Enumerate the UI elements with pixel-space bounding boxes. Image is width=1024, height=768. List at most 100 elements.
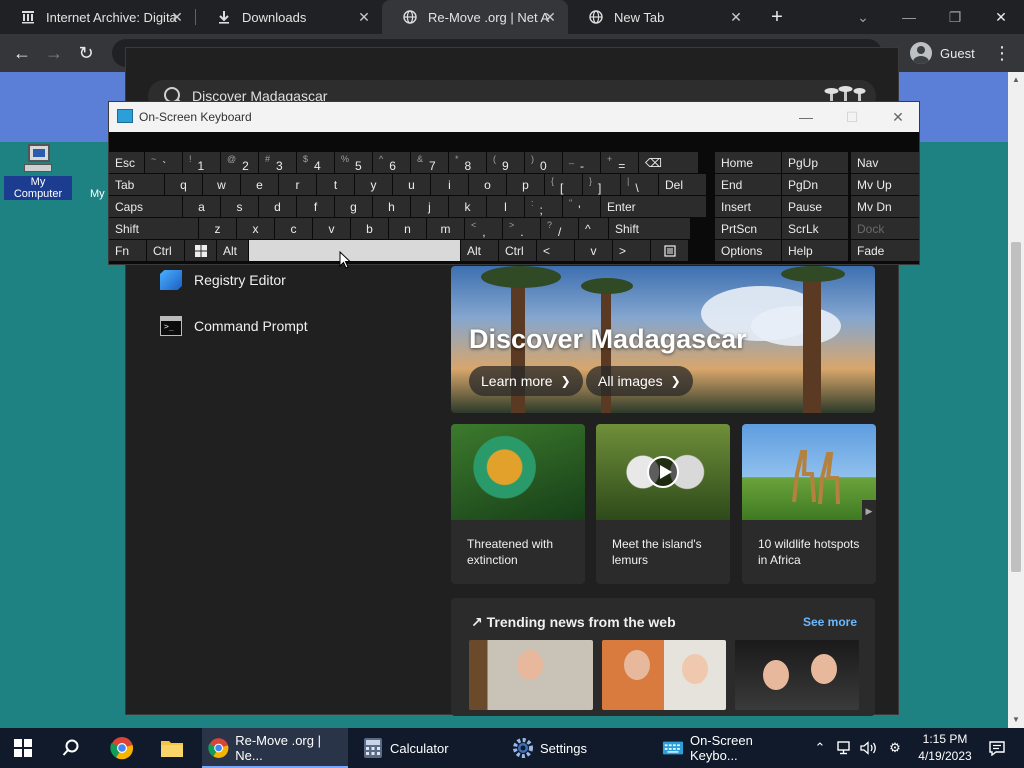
tab-internet-archive[interactable]: Internet Archive: Digita ✕ <box>0 0 195 34</box>
close-icon[interactable]: ✕ <box>887 108 909 126</box>
close-window-icon[interactable]: ✕ <box>986 6 1016 28</box>
card-threatened[interactable]: Threatened with extinction <box>451 424 585 584</box>
osk-nav-key[interactable]: Insert <box>715 196 781 217</box>
app-registry-editor[interactable]: Registry Editor <box>160 268 286 292</box>
osk-key[interactable]: g <box>335 196 372 217</box>
card-wildlife-hotspots[interactable]: 10 wildlife hotspots in Africa <box>742 424 876 584</box>
osk-key[interactable]: Ctrl <box>147 240 184 261</box>
reload-icon[interactable]: ↻ <box>74 41 98 65</box>
app-command-prompt[interactable]: Command Prompt <box>160 314 308 338</box>
osk-key[interactable]: ? / <box>541 218 578 239</box>
news-thumbnail[interactable] <box>602 640 726 710</box>
osk-key[interactable]: ^ <box>579 218 608 239</box>
osk-key[interactable]: Esc <box>109 152 144 173</box>
minimize-icon[interactable]: — <box>795 108 817 126</box>
osk-key[interactable]: Caps <box>109 196 182 217</box>
osk-key[interactable]: v <box>313 218 350 239</box>
close-icon[interactable]: ✕ <box>169 9 185 25</box>
osk-nav-key[interactable]: ScrLk <box>782 218 848 239</box>
start-windows-icon[interactable] <box>14 728 32 768</box>
see-more-link[interactable]: See more <box>803 615 857 629</box>
osk-key[interactable]: n <box>389 218 426 239</box>
osk-nav-key[interactable]: Pause <box>782 196 848 217</box>
osk-key[interactable]: * 8 <box>449 152 486 173</box>
osk-key[interactable]: % 5 <box>335 152 372 173</box>
osk-key[interactable]: p <box>507 174 544 195</box>
search-icon[interactable] <box>62 728 80 768</box>
osk-key[interactable]: Alt <box>461 240 498 261</box>
cards-next-arrow-icon[interactable]: ▶ <box>862 500 876 522</box>
osk-key[interactable]: #3 <box>259 152 296 173</box>
osk-nav-key[interactable]: Mv Dn <box>851 196 919 217</box>
notifications-icon[interactable] <box>984 728 1010 768</box>
system-clock[interactable]: 1:15 PM 4/19/2023 <box>910 731 980 765</box>
taskbar-item-calculator[interactable]: Calculator <box>356 728 496 768</box>
tab-new-tab[interactable]: New Tab ✕ <box>568 0 754 34</box>
osk-key[interactable]: Fn <box>109 240 146 261</box>
close-icon[interactable]: ✕ <box>542 9 558 25</box>
osk-key[interactable]: k <box>449 196 486 217</box>
osk-key[interactable]: " ' <box>563 196 600 217</box>
taskbar-item-on-screen-keyboard[interactable]: On-Screen Keybo... <box>656 728 804 768</box>
osk-key[interactable]: Tab <box>109 174 164 195</box>
osk-key[interactable]: :; <box>525 196 562 217</box>
osk-key[interactable]: r <box>279 174 316 195</box>
learn-more-button[interactable]: Learn more ❯ <box>469 366 583 396</box>
tab-downloads[interactable]: Downloads ✕ <box>196 0 382 34</box>
osk-key[interactable]: ~ ` <box>145 152 182 173</box>
close-icon[interactable]: ✕ <box>356 9 372 25</box>
osk-nav-key[interactable]: End <box>715 174 781 195</box>
play-icon[interactable] <box>647 456 679 488</box>
osk-key[interactable]: q <box>165 174 202 195</box>
desktop-icon-label-partial[interactable]: My <box>90 188 105 200</box>
osk-key[interactable]: v <box>575 240 612 261</box>
tab-search-chevron-icon[interactable]: ⌄ <box>848 6 878 28</box>
osk-key[interactable]: y <box>355 174 392 195</box>
osk-key[interactable]: x <box>237 218 274 239</box>
back-arrow-icon[interactable]: ← <box>10 41 34 65</box>
osk-key[interactable]: Alt <box>217 240 248 261</box>
show-hidden-icons-chevron-icon[interactable]: ⌃ <box>810 728 830 768</box>
osk-key[interactable]: c <box>275 218 312 239</box>
osk-key[interactable]: & 7 <box>411 152 448 173</box>
osk-key[interactable]: ^ 6 <box>373 152 410 173</box>
scroll-down-icon[interactable]: ▼ <box>1008 712 1024 728</box>
osk-key[interactable]: Del <box>659 174 706 195</box>
osk-title-bar[interactable]: On-Screen Keyboard — ☐ ✕ <box>109 102 919 132</box>
osk-key-menu[interactable] <box>651 240 688 261</box>
card-lemurs[interactable]: Meet the island's lemurs <box>596 424 730 584</box>
chrome-pinned-icon[interactable] <box>110 728 134 768</box>
osk-key[interactable]: ⌫ <box>639 152 698 173</box>
osk-nav-key[interactable]: Help <box>782 240 848 261</box>
osk-key[interactable]: | \ <box>621 174 658 195</box>
osk-key[interactable]: >. <box>503 218 540 239</box>
more-menu-icon[interactable]: ⋮ <box>990 41 1014 65</box>
osk-nav-key[interactable]: Nav <box>851 152 919 173</box>
osk-nav-key[interactable]: Options <box>715 240 781 261</box>
osk-key[interactable]: + = <box>601 152 638 173</box>
osk-key[interactable]: < <box>537 240 574 261</box>
osk-key[interactable]: Ctrl <box>499 240 536 261</box>
osk-nav-key[interactable]: Fade <box>851 240 919 261</box>
all-images-button[interactable]: All images ❯ <box>586 366 693 396</box>
osk-key[interactable]: h <box>373 196 410 217</box>
osk-key[interactable]: }] <box>583 174 620 195</box>
osk-nav-key[interactable]: PgDn <box>782 174 848 195</box>
scroll-up-icon[interactable]: ▲ <box>1008 72 1024 88</box>
minimize-icon[interactable]: — <box>894 6 924 28</box>
osk-key-space[interactable] <box>249 240 460 261</box>
osk-key[interactable]: (9 <box>487 152 524 173</box>
page-scrollbar[interactable]: ▲ ▼ <box>1008 72 1024 728</box>
osk-key[interactable]: m <box>427 218 464 239</box>
osk-key[interactable]: t <box>317 174 354 195</box>
taskbar-item-chrome[interactable]: Re-Move .org | Ne... <box>202 728 348 768</box>
hero-discover-madagascar[interactable]: Discover Madagascar Learn more ❯ All ima… <box>451 266 875 413</box>
close-icon[interactable]: ✕ <box>728 9 744 25</box>
osk-key[interactable]: b <box>351 218 388 239</box>
profile-button[interactable]: Guest <box>910 39 975 67</box>
taskbar-item-settings[interactable]: Settings <box>506 728 646 768</box>
news-thumbnail[interactable] <box>469 640 593 710</box>
osk-key[interactable]: s <box>221 196 258 217</box>
settings-gear-icon[interactable]: ⚙ <box>884 728 906 768</box>
osk-key[interactable]: f <box>297 196 334 217</box>
